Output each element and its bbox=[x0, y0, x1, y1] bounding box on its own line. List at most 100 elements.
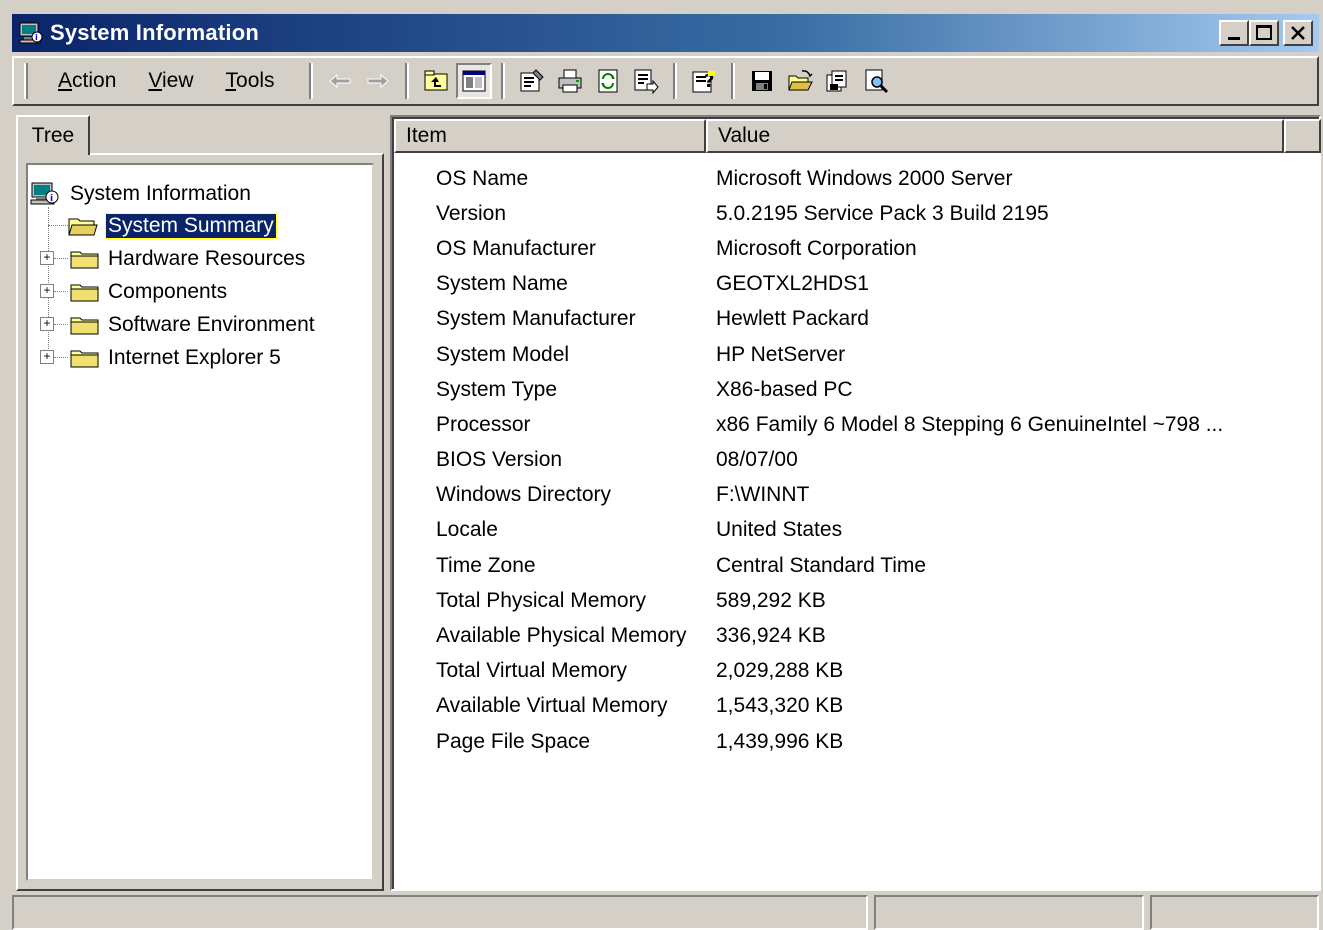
item-cell: Time Zone bbox=[436, 553, 536, 577]
value-cell: 1,543,320 KB bbox=[716, 694, 844, 718]
minimize-button[interactable] bbox=[1219, 20, 1249, 46]
window-controls bbox=[1219, 20, 1313, 46]
item-cell: Total Virtual Memory bbox=[436, 659, 628, 683]
table-row[interactable]: OS Manufacturer Microsoft Corporation bbox=[394, 231, 1266, 266]
table-row[interactable]: Total Physical Memory 589,292 KB bbox=[394, 583, 1266, 618]
table-row[interactable]: Processor x86 Family 6 Model 8 Stepping 6… bbox=[394, 407, 1266, 442]
tree-item-internet-explorer-5[interactable]: Internet Explorer 5 bbox=[70, 343, 281, 373]
back-button[interactable] bbox=[322, 63, 358, 99]
tree-connector bbox=[48, 207, 49, 357]
table-row[interactable]: OS Name Microsoft Windows 2000 Server bbox=[394, 161, 1266, 196]
value-cell: Hewlett Packard bbox=[716, 307, 869, 331]
item-cell: OS Name bbox=[436, 166, 529, 190]
expand-toggle[interactable]: + bbox=[40, 284, 54, 298]
save-button[interactable] bbox=[744, 63, 780, 99]
menu-view[interactable]: View bbox=[132, 69, 209, 93]
tree-connector bbox=[54, 324, 68, 325]
tab-tree[interactable]: Tree bbox=[16, 115, 90, 155]
expand-toggle[interactable]: + bbox=[40, 350, 54, 364]
column-header-item[interactable]: Item bbox=[394, 119, 706, 153]
expand-toggle[interactable]: + bbox=[40, 317, 54, 331]
tree-item-software-environment[interactable]: Software Environment bbox=[70, 310, 315, 340]
tree-item-components[interactable]: Components bbox=[70, 277, 227, 307]
details-list[interactable]: Item Value OS Name Microsoft Windows 2000… bbox=[392, 117, 1321, 889]
export-list-button[interactable] bbox=[628, 63, 664, 99]
tree-root[interactable]: i System Information bbox=[30, 179, 251, 209]
folder-icon bbox=[70, 284, 99, 302]
title-bar[interactable]: i System Information bbox=[12, 14, 1319, 52]
table-row[interactable]: Total Virtual Memory 2,029,288 KB bbox=[394, 654, 1266, 689]
item-cell: OS Manufacturer bbox=[436, 236, 596, 260]
value-cell: F:\WINNT bbox=[716, 483, 810, 507]
system-info-icon: i bbox=[30, 182, 59, 205]
table-row[interactable]: Available Physical Memory 336,924 KB bbox=[394, 618, 1266, 653]
value-cell: HP NetServer bbox=[716, 342, 846, 366]
value-cell: Central Standard Time bbox=[716, 553, 927, 577]
forward-button[interactable] bbox=[360, 63, 396, 99]
status-panel-secondary bbox=[874, 895, 1144, 930]
help-button[interactable]: ? bbox=[686, 63, 722, 99]
table-row[interactable]: Version 5.0.2195 Service Pack 3 Build 219… bbox=[394, 196, 1266, 231]
toolbar-separator bbox=[500, 63, 505, 99]
refresh-button[interactable] bbox=[590, 63, 626, 99]
table-row[interactable]: System Model HP NetServer bbox=[394, 337, 1266, 372]
show-hide-tree-button[interactable] bbox=[455, 63, 492, 99]
system-info-view-icon bbox=[865, 69, 888, 94]
svg-text:i: i bbox=[35, 33, 38, 42]
menu-grip[interactable] bbox=[24, 63, 28, 99]
find-button[interactable] bbox=[820, 63, 856, 99]
open-icon bbox=[787, 70, 813, 91]
menu-tools[interactable]: Tools bbox=[210, 69, 291, 93]
system-info-view-button[interactable] bbox=[858, 63, 894, 99]
value-cell: United States bbox=[716, 518, 843, 542]
tree-item-hardware-resources[interactable]: Hardware Resources bbox=[70, 244, 305, 274]
item-cell: System Model bbox=[436, 342, 570, 366]
export-list-icon bbox=[634, 69, 659, 95]
table-row[interactable]: Time Zone Central Standard Time bbox=[394, 548, 1266, 583]
tree-connector bbox=[54, 258, 68, 259]
tab-tree-label: Tree bbox=[31, 124, 75, 147]
table-row[interactable]: System Name GEOTXL2HDS1 bbox=[394, 267, 1266, 302]
open-button[interactable] bbox=[782, 63, 818, 99]
maximize-button[interactable] bbox=[1249, 20, 1279, 46]
back-arrow-icon bbox=[328, 73, 351, 89]
tree-item-label: Hardware Resources bbox=[108, 247, 306, 270]
print-icon bbox=[558, 69, 582, 93]
toolbar: Action View Tools ? bbox=[12, 56, 1319, 106]
list-header: Item Value bbox=[394, 119, 1321, 153]
find-icon bbox=[826, 70, 847, 92]
up-one-level-button[interactable] bbox=[418, 63, 454, 99]
table-row[interactable]: System Type X86-based PC bbox=[394, 372, 1266, 407]
table-row[interactable]: Page File Space 1,439,996 KB bbox=[394, 724, 1266, 759]
column-header-value[interactable]: Value bbox=[706, 119, 1284, 153]
item-cell: Total Physical Memory bbox=[436, 588, 647, 612]
expand-toggle[interactable]: + bbox=[40, 251, 54, 265]
maximize-icon bbox=[1256, 25, 1272, 40]
table-row[interactable]: Available Virtual Memory 1,543,320 KB bbox=[394, 689, 1266, 724]
item-cell: System Type bbox=[436, 377, 557, 401]
close-button[interactable] bbox=[1283, 20, 1313, 46]
tree-view[interactable]: i System Information System Summary + Ha… bbox=[26, 163, 374, 881]
menu-action[interactable]: Action bbox=[42, 69, 132, 93]
value-cell: X86-based PC bbox=[716, 377, 853, 401]
value-cell: Microsoft Corporation bbox=[716, 236, 917, 260]
table-row[interactable]: System Manufacturer Hewlett Packard bbox=[394, 302, 1266, 337]
properties-icon bbox=[520, 69, 544, 92]
table-row[interactable]: BIOS Version 08/07/00 bbox=[394, 443, 1266, 478]
print-button[interactable] bbox=[552, 63, 588, 99]
forward-arrow-icon bbox=[367, 73, 389, 89]
refresh-icon bbox=[598, 69, 618, 93]
item-cell: Page File Space bbox=[436, 729, 591, 753]
item-cell: Locale bbox=[436, 518, 498, 542]
value-cell: 589,292 KB bbox=[716, 588, 826, 612]
tree-item-system-summary[interactable]: System Summary bbox=[68, 211, 277, 241]
item-cell: System Name bbox=[436, 272, 568, 296]
table-row[interactable]: Windows Directory F:\WINNT bbox=[394, 478, 1266, 513]
item-cell: Windows Directory bbox=[436, 483, 612, 507]
menu-view-accel: V bbox=[148, 69, 163, 92]
details-pane: Item Value OS Name Microsoft Windows 2000… bbox=[390, 115, 1321, 891]
table-row[interactable]: Locale United States bbox=[394, 513, 1266, 548]
toolbar-separator bbox=[672, 63, 677, 99]
properties-button[interactable] bbox=[514, 63, 550, 99]
item-cell: BIOS Version bbox=[436, 448, 563, 472]
